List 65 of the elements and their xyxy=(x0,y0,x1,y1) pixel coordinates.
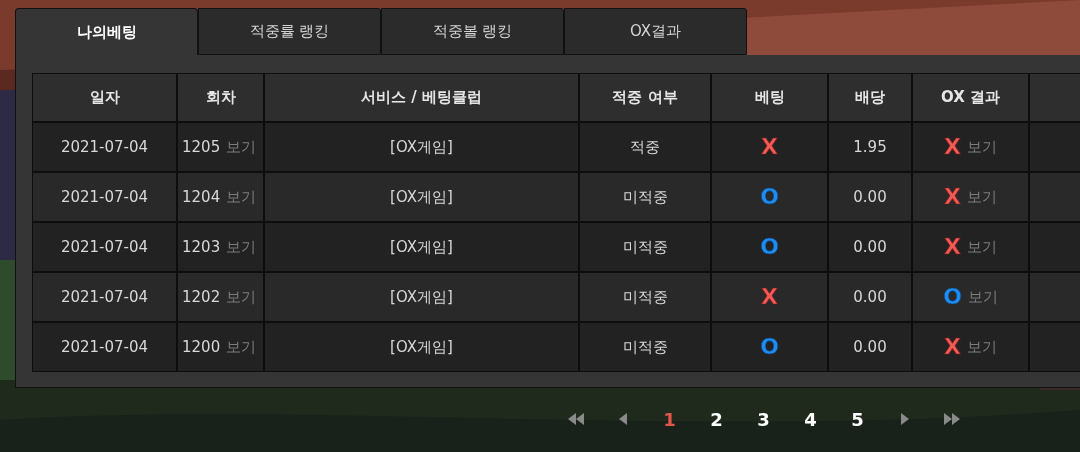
column-header: OX 결과 xyxy=(913,74,1028,121)
round-number: 1202 xyxy=(182,288,221,306)
view-link[interactable]: 보기 xyxy=(226,287,257,307)
table-cell: 2021-07-04 xyxy=(33,323,176,371)
view-link[interactable]: 보기 xyxy=(226,137,257,157)
page-number[interactable]: 2 xyxy=(693,406,740,432)
double-triangle-left-icon xyxy=(567,413,584,425)
double-triangle-right-icon xyxy=(943,413,960,425)
table-cell: 1.95 xyxy=(829,123,911,171)
round-number: 1205 xyxy=(182,138,221,156)
circle-mark: O xyxy=(760,236,779,258)
table-cell: 0.00 xyxy=(829,173,911,221)
table-cell: [OX게임] xyxy=(265,123,578,171)
table-cell: [OX게임] xyxy=(265,173,578,221)
view-link[interactable]: 보기 xyxy=(226,237,257,257)
view-link[interactable]: 보기 xyxy=(226,337,257,357)
circle-mark: O xyxy=(760,336,779,358)
view-link[interactable]: 보기 xyxy=(967,237,997,257)
table-cell: [OX게임] xyxy=(265,273,578,321)
cross-mark: X xyxy=(944,236,961,258)
column-header: 적중 여부 xyxy=(580,74,710,121)
table-cell: 미적중 xyxy=(580,323,710,371)
view-link[interactable]: 보기 xyxy=(967,337,997,357)
view-link[interactable]: 보기 xyxy=(226,187,257,207)
table-cell: 0.00 xyxy=(829,273,911,321)
column-header: 배당 xyxy=(829,74,911,121)
round-number: 1204 xyxy=(182,188,221,206)
table-cell: 2021-07-04 xyxy=(33,223,176,271)
triangle-left-icon xyxy=(618,413,627,425)
cross-mark: X xyxy=(944,336,961,358)
page-number[interactable]: 1 xyxy=(646,406,693,432)
table-cell: 미적중 xyxy=(580,223,710,271)
view-link[interactable]: 보기 xyxy=(967,187,997,207)
tab[interactable]: OX결과 xyxy=(564,8,747,55)
column-header: 베팅 xyxy=(712,74,827,121)
table-cell: 미적중 xyxy=(580,273,710,321)
table-cell: 0.00 xyxy=(829,223,911,271)
column-header: 서비스 / 베팅클럽 xyxy=(265,74,578,121)
triangle-right-icon xyxy=(900,413,909,425)
tab[interactable]: 적중률 랭킹 xyxy=(198,8,381,55)
circle-mark: O xyxy=(943,286,962,308)
cross-mark: X xyxy=(761,286,778,308)
table-cell: [OX게임] xyxy=(265,323,578,371)
table-cell: 미적중 xyxy=(580,173,710,221)
round-number: 1203 xyxy=(182,238,221,256)
view-link[interactable]: 보기 xyxy=(967,137,997,157)
table-cell: 2021-07-04 xyxy=(33,173,176,221)
circle-mark: O xyxy=(760,186,779,208)
column-header: 회차 xyxy=(178,74,263,121)
column-header: 일자 xyxy=(33,74,176,121)
table-cell: [OX게임] xyxy=(265,223,578,271)
view-link[interactable]: 보기 xyxy=(967,287,998,307)
cross-mark: X xyxy=(944,136,961,158)
table-cell: 0.00 xyxy=(829,323,911,371)
page-number[interactable]: 5 xyxy=(834,406,881,432)
tab[interactable]: 적중볼 랭킹 xyxy=(381,8,564,55)
page-number[interactable]: 4 xyxy=(787,406,834,432)
table-cell: 적중 xyxy=(580,123,710,171)
round-number: 1200 xyxy=(182,338,221,356)
table-cell: 2021-07-04 xyxy=(33,123,176,171)
cross-mark: X xyxy=(944,186,961,208)
tab[interactable]: 나의베팅 xyxy=(15,8,198,55)
page-number[interactable]: 3 xyxy=(740,406,787,432)
table-cell: 2021-07-04 xyxy=(33,273,176,321)
cross-mark: X xyxy=(761,136,778,158)
